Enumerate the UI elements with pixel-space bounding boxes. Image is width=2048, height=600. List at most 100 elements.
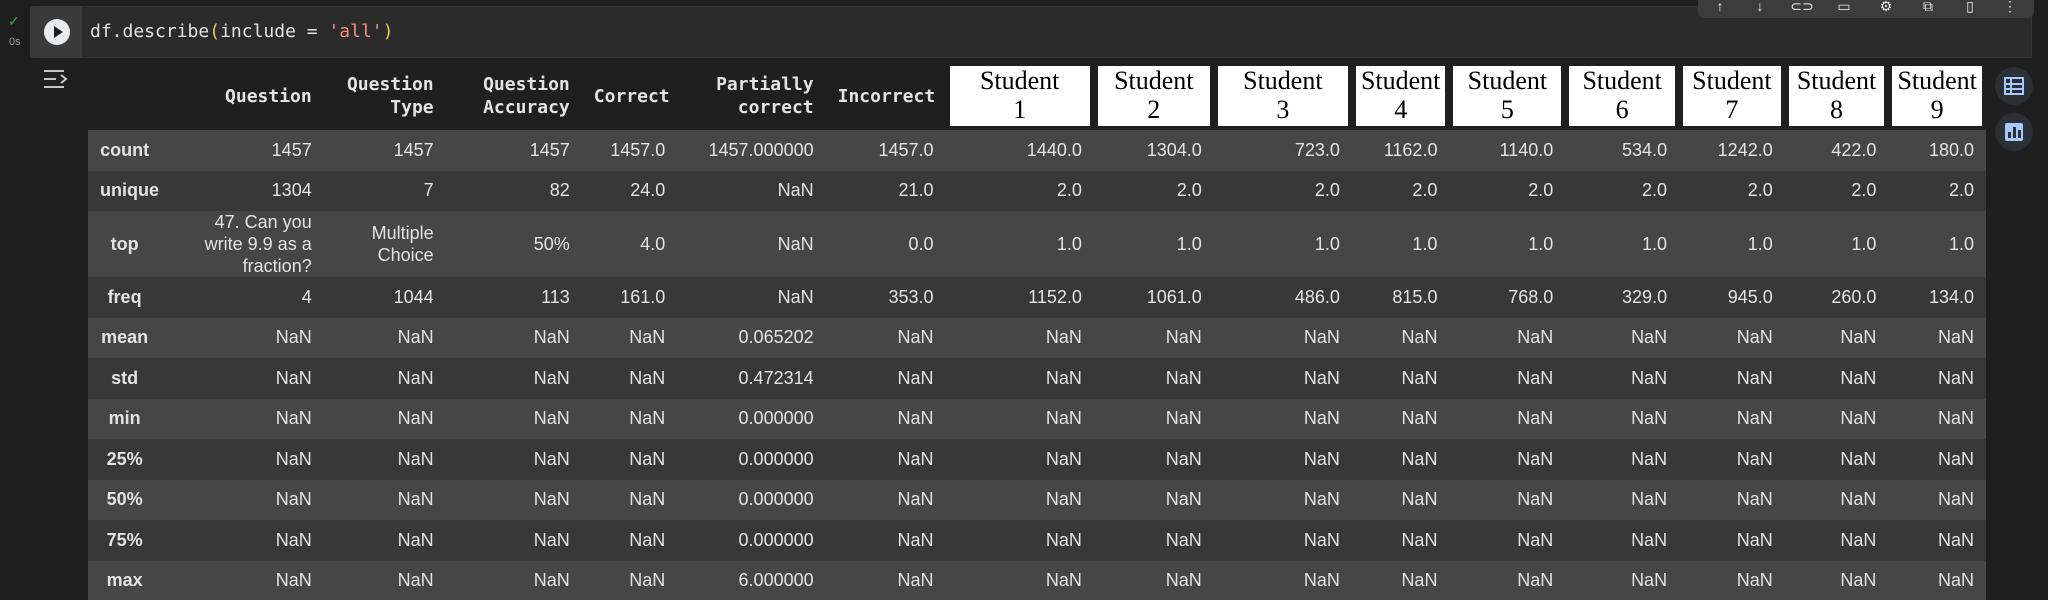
table-cell: 1304 [271, 180, 312, 201]
table-cell: NaN [1517, 529, 1554, 550]
chart-suggestion-icon[interactable] [1994, 112, 2034, 152]
table-cell: NaN [1517, 570, 1554, 591]
link-icon[interactable]: ⊂⊃ [1788, 0, 1816, 18]
table-cell: NaN [897, 529, 934, 550]
table-cell: NaN [1631, 367, 1668, 388]
table-row: min NaN NaN NaN NaN 0.000000 NaN NaN NaN NaN NaN Na… [88, 398, 1986, 439]
table-cell: NaN [1045, 570, 1082, 591]
student-header-word: Student [1796, 66, 1877, 95]
table-cell: 0.000000 [738, 529, 814, 550]
student-column-header: Student 3 [1213, 62, 1352, 130]
table-cell: 2.0 [1851, 180, 1877, 201]
table-cell: NaN [533, 489, 570, 510]
table-cell: NaN [275, 408, 312, 429]
cell-toolbar: ↑ ↓ ⊂⊃ ▭ ⚙ ⧉ ▯ ⋮ [1698, 0, 2034, 18]
column-header: Question Type [323, 62, 446, 130]
column-header: Correct [581, 62, 678, 130]
move-up-icon[interactable]: ↑ [1706, 0, 1734, 18]
table-row: std NaN NaN NaN NaN 0.472314 NaN NaN NaN NaN NaN Na… [88, 358, 1986, 399]
column-header: Question Accuracy [445, 62, 582, 130]
student-column-header: Student 7 [1679, 62, 1785, 130]
code-close-paren: ) [382, 21, 394, 42]
student-header-word: Student [1692, 66, 1772, 95]
table-cell: 2.0 [1642, 180, 1668, 201]
table-cell: NaN [629, 570, 666, 591]
table-cell: 329.0 [1622, 286, 1668, 307]
table-cell: NaN [897, 408, 934, 429]
table-cell: NaN [1631, 570, 1668, 591]
column-header: Partially correct [677, 62, 826, 130]
table-row: 75% NaN NaN NaN NaN 0.000000 NaN NaN NaN NaN NaN Na… [88, 520, 1986, 561]
student-header-number: 9 [1930, 95, 1944, 124]
code-open-paren: ( [209, 21, 221, 42]
table-cell: NaN [897, 327, 934, 348]
code-line[interactable]: df.describe(include = 'all') [90, 21, 393, 42]
table-cell: 161.0 [620, 286, 666, 307]
row-index-label: max [106, 570, 143, 591]
table-body: count 1457 1457 1457 1457.0 1457.000000 1457.0… [88, 130, 1986, 600]
student-column-header: Student 2 [1093, 62, 1214, 130]
table-cell: NaN [1937, 327, 1974, 348]
student-header-word: Student [1243, 66, 1323, 95]
move-down-icon[interactable]: ↓ [1746, 0, 1774, 18]
output-actions-icon[interactable] [42, 66, 72, 92]
table-cell: NaN [629, 448, 666, 469]
row-index-label: mean [101, 327, 149, 348]
student-header-number: 8 [1830, 95, 1844, 124]
table-cell: 1.0 [1314, 233, 1340, 254]
table-row: mean NaN NaN NaN NaN 0.065202 NaN NaN NaN NaN NaN N… [88, 317, 1986, 358]
table-cell: 534.0 [1622, 139, 1668, 160]
table-cell: 24.0 [630, 180, 666, 201]
success-check-icon: ✓ [8, 13, 20, 29]
table-cell: NaN [1840, 448, 1877, 469]
table-cell: NaN [1736, 327, 1773, 348]
table-cell: 6.000000 [738, 570, 814, 591]
student-header-word: Student [1582, 66, 1662, 95]
table-cell: 4 [301, 286, 312, 307]
delete-icon[interactable]: ▯ [1956, 0, 1984, 18]
column-header: Question [161, 62, 324, 130]
table-cell: NaN [1517, 448, 1554, 469]
table-cell: NaN [1165, 529, 1202, 550]
student-column-header: Student 8 [1784, 62, 1889, 130]
table-row: unique 1304 7 82 24.0 NaN 21.0 2.0 2.0 2.0 2.0 2.0 2… [88, 170, 1986, 211]
comment-icon[interactable]: ▭ [1830, 0, 1858, 18]
table-view-icon[interactable] [1994, 66, 2034, 106]
table-cell: 0.0 [908, 233, 934, 254]
student-column-header: Student 6 [1565, 62, 1680, 130]
code-arg: include = [220, 21, 329, 42]
table-cell: 353.0 [888, 286, 934, 307]
table-cell: NaN [1303, 408, 1340, 429]
table-cell: NaN [1736, 529, 1773, 550]
run-cell-button[interactable] [44, 19, 70, 45]
execution-time: 0s [9, 36, 21, 48]
more-icon[interactable]: ⋮ [1996, 0, 2024, 18]
cell-gutter: ✓ 0s [0, 0, 30, 600]
table-cell: NaN [1517, 327, 1554, 348]
table-cell: NaN [777, 180, 814, 201]
table-cell: 1.0 [1948, 233, 1974, 254]
table-cell: NaN [1165, 408, 1202, 429]
student-header-word: Student [1114, 66, 1194, 95]
table-cell: NaN [397, 327, 434, 348]
table-cell: NaN [1736, 408, 1773, 429]
open-in-tab-icon[interactable]: ⧉ [1914, 0, 1942, 18]
student-column-header: Student 5 [1449, 62, 1566, 130]
table-cell: NaN [1401, 448, 1438, 469]
table-row: 25% NaN NaN NaN NaN 0.000000 NaN NaN NaN NaN NaN Na… [88, 439, 1986, 480]
table-cell: NaN [397, 448, 434, 469]
table-cell: NaN [533, 327, 570, 348]
table-cell: 2.0 [1747, 180, 1773, 201]
table-cell: 1457.000000 [708, 139, 814, 160]
settings-icon[interactable]: ⚙ [1872, 0, 1900, 18]
table-cell: NaN [275, 489, 312, 510]
table-cell: NaN [1045, 448, 1082, 469]
student-header-word: Student [1897, 66, 1977, 95]
dataframe-output: Question Question Type Question Accuracy… [88, 62, 1986, 600]
table-cell: NaN [777, 233, 814, 254]
table-cell: 134.0 [1928, 286, 1974, 307]
table-cell: NaN [1165, 367, 1202, 388]
student-header-number: 1 [1013, 95, 1027, 124]
table-row: 50% NaN NaN NaN NaN 0.000000 NaN NaN NaN NaN NaN Na… [88, 479, 1986, 520]
table-cell: 47. Can you write 9.9 as a fraction? [204, 212, 312, 276]
